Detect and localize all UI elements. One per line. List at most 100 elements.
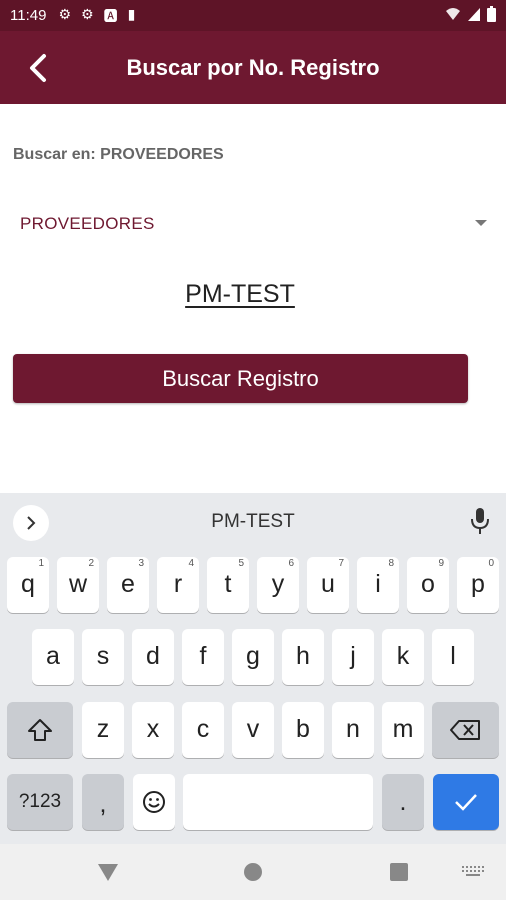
key-label: v — [246, 715, 260, 743]
search-registro-button[interactable]: Buscar Registro — [13, 354, 468, 403]
comma-key[interactable]: , — [82, 774, 124, 830]
nav-back-icon[interactable] — [98, 864, 118, 881]
key-d[interactable]: d — [132, 629, 174, 685]
key-w[interactable]: w2 — [57, 557, 99, 613]
wifi-icon — [446, 8, 460, 20]
registro-input[interactable]: PM-TEST — [130, 280, 350, 316]
key-label: x — [146, 715, 160, 743]
emoji-icon — [143, 791, 165, 813]
settings-icon: ⚙ — [81, 5, 94, 22]
key-j[interactable]: j — [332, 629, 374, 685]
key-label: r — [173, 570, 183, 598]
checkmark-icon — [455, 794, 477, 811]
comma-key-label: , — [99, 790, 107, 818]
key-label: g — [246, 642, 260, 670]
key-label: c — [196, 715, 210, 743]
nav-recents-icon[interactable] — [390, 863, 408, 881]
settings-icon: ⚙ — [58, 5, 71, 22]
key-hint: 0 — [488, 558, 494, 569]
dropdown-selected-value: PROVEEDORES — [20, 214, 155, 233]
key-hint: 7 — [338, 558, 344, 569]
signal-icon — [468, 8, 480, 21]
page-title: Buscar por No. Registro — [126, 55, 380, 80]
enter-key[interactable] — [433, 774, 499, 830]
period-key-label: . — [399, 788, 407, 816]
key-label: o — [421, 570, 435, 598]
key-label: i — [375, 570, 381, 598]
emoji-key[interactable] — [133, 774, 175, 830]
key-u[interactable]: u7 — [307, 557, 349, 613]
key-q[interactable]: q1 — [7, 557, 49, 613]
suggestion-word[interactable]: PM-TEST — [0, 511, 506, 533]
key-label: n — [346, 715, 360, 743]
key-g[interactable]: g — [232, 629, 274, 685]
key-label: u — [321, 570, 335, 598]
key-c[interactable]: c — [182, 702, 224, 758]
key-label: y — [271, 570, 285, 598]
key-z[interactable]: z — [82, 702, 124, 758]
symbols-key-label: ?123 — [18, 791, 62, 812]
key-label: q — [21, 570, 35, 598]
app-bar: Buscar por No. Registro — [0, 31, 506, 104]
key-v[interactable]: v — [232, 702, 274, 758]
key-hint: 2 — [88, 558, 94, 569]
key-label: h — [296, 642, 310, 670]
key-m[interactable]: m — [382, 702, 424, 758]
backspace-icon — [450, 720, 480, 740]
key-a[interactable]: a — [32, 629, 74, 685]
key-i[interactable]: i8 — [357, 557, 399, 613]
status-notification-icons: ⚙ ⚙ 🅰 ▮ — [58, 6, 135, 26]
key-label: j — [350, 642, 356, 670]
suggestion-strip: PM-TEST — [0, 493, 506, 549]
key-l[interactable]: l — [432, 629, 474, 685]
key-b[interactable]: b — [282, 702, 324, 758]
status-system-icons — [445, 6, 496, 22]
key-n[interactable]: n — [332, 702, 374, 758]
key-e[interactable]: e3 — [107, 557, 149, 613]
period-key[interactable]: . — [382, 774, 424, 830]
key-hint: 6 — [288, 558, 294, 569]
microphone-icon[interactable] — [470, 507, 490, 535]
key-label: s — [96, 642, 110, 670]
key-label: d — [146, 642, 160, 670]
battery-icon — [487, 6, 496, 22]
system-nav-bar — [0, 844, 506, 900]
key-k[interactable]: k — [382, 629, 424, 685]
key-label: a — [46, 642, 60, 670]
sd-card-icon: ▮ — [127, 5, 136, 22]
font-icon: 🅰 — [103, 7, 118, 24]
status-bar: 11:49 ⚙ ⚙ 🅰 ▮ — [0, 0, 506, 31]
key-label: w — [68, 570, 88, 598]
symbols-key[interactable]: ?123 — [7, 774, 73, 830]
key-y[interactable]: y6 — [257, 557, 299, 613]
key-hint: 8 — [388, 558, 394, 569]
keyboard-switch-icon[interactable] — [462, 866, 484, 878]
shift-key[interactable] — [7, 702, 73, 758]
key-f[interactable]: f — [182, 629, 224, 685]
key-hint: 3 — [138, 558, 144, 569]
key-o[interactable]: o9 — [407, 557, 449, 613]
key-label: p — [471, 570, 485, 598]
key-p[interactable]: p0 — [457, 557, 499, 613]
key-h[interactable]: h — [282, 629, 324, 685]
key-label: k — [396, 642, 410, 670]
key-hint: 1 — [38, 558, 44, 569]
key-s[interactable]: s — [82, 629, 124, 685]
nav-home-icon[interactable] — [244, 863, 262, 881]
key-t[interactable]: t5 — [207, 557, 249, 613]
key-label: z — [96, 715, 110, 743]
key-hint: 9 — [438, 558, 444, 569]
dropdown-arrow-icon — [475, 220, 487, 226]
key-label: t — [224, 570, 232, 598]
key-r[interactable]: r4 — [157, 557, 199, 613]
key-label: b — [296, 715, 310, 743]
backspace-key[interactable] — [432, 702, 499, 758]
key-x[interactable]: x — [132, 702, 174, 758]
key-label: m — [392, 715, 414, 743]
shift-icon — [28, 719, 52, 741]
space-bar[interactable] — [183, 774, 373, 830]
soft-keyboard: PM-TEST q1w2e3r4t5y6u7i8o9p0 asdfghjkl z… — [0, 493, 506, 844]
search-in-label: Buscar en: PROVEEDORES — [13, 146, 224, 163]
status-time: 11:49 — [10, 7, 47, 24]
category-dropdown[interactable]: PROVEEDORES — [13, 206, 493, 242]
